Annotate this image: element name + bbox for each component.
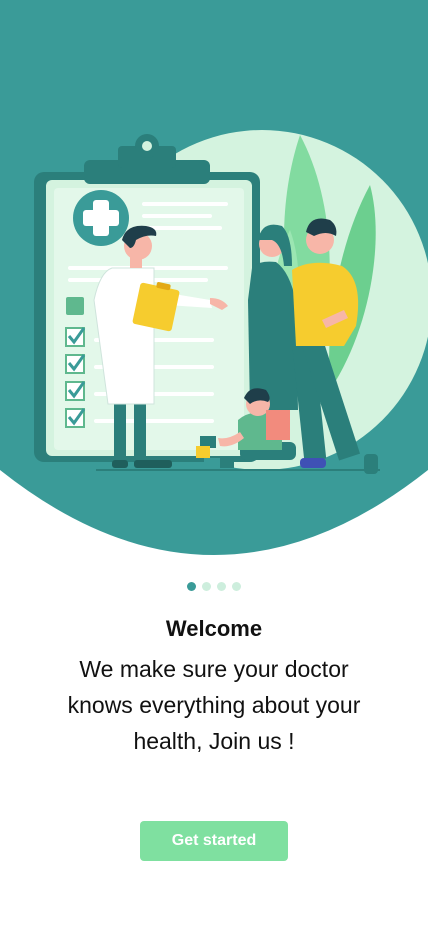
page-dot-1[interactable] (187, 582, 196, 591)
welcome-title: Welcome (165, 616, 263, 641)
page-dot-3[interactable] (217, 582, 226, 591)
hero-illustration (0, 0, 428, 570)
page-dot-2[interactable] (202, 582, 211, 591)
welcome-description: We make sure your doctor knows everythin… (67, 656, 361, 754)
get-started-button[interactable]: Get started (140, 821, 288, 861)
page-indicator (0, 582, 428, 591)
page-dot-4[interactable] (232, 582, 241, 591)
onboarding-screen: Welcome We make sure your doctor knows e… (0, 0, 428, 926)
pink-block (266, 410, 290, 440)
medical-cross-icon (73, 190, 129, 246)
